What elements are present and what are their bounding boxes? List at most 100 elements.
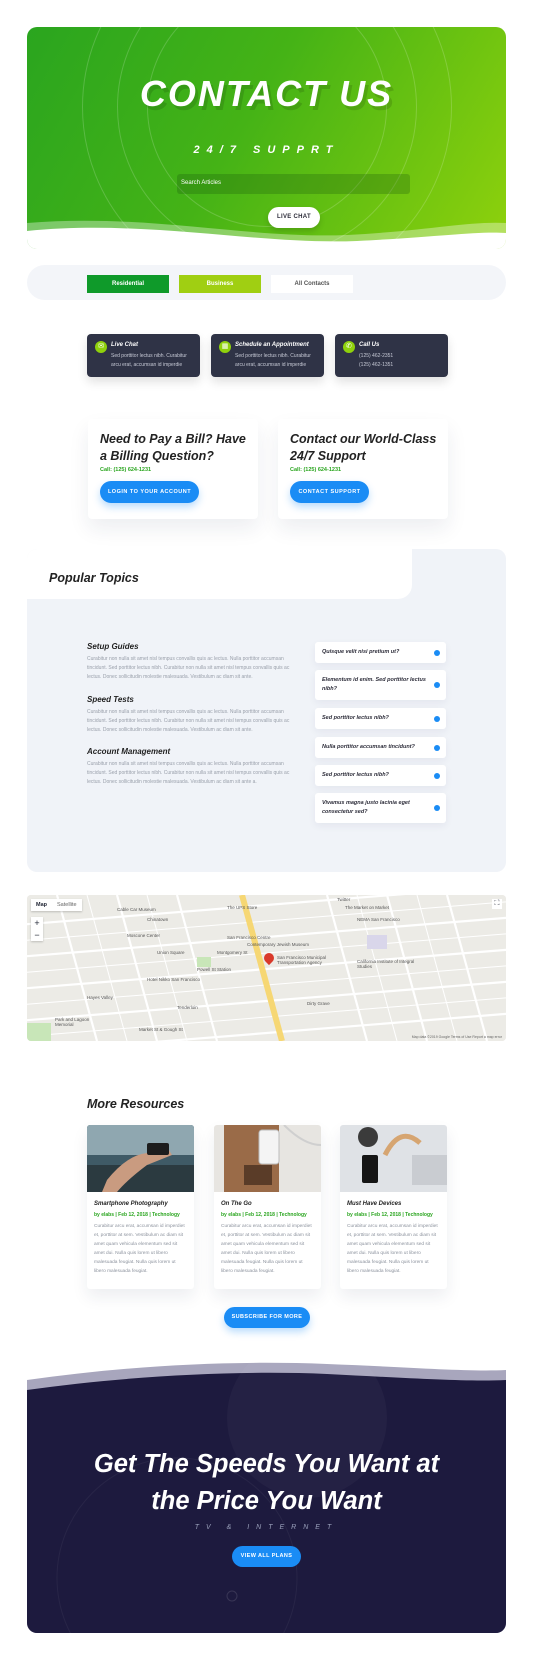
card-text: Sed porttitor lectus nibh. Curabitur arc… xyxy=(235,353,311,368)
faq-item[interactable]: Nulla porttitor accumsan tincidunt? xyxy=(315,737,446,758)
faq-item[interactable]: Vivamus magna justo lacinia eget consect… xyxy=(315,793,446,823)
faq-question: Quisque velit nisi pretium ut? xyxy=(322,649,400,655)
hero-wave-shape xyxy=(27,220,506,249)
footer-title-line2: the Price You Want xyxy=(151,1487,382,1515)
topic-heading[interactable]: Speed Tests xyxy=(87,695,134,704)
resource-excerpt: Curabitur arcu erat, accumsan id imperdi… xyxy=(221,1224,312,1274)
topic-heading[interactable]: Setup Guides xyxy=(87,642,139,651)
login-account-button[interactable]: LOGIN TO YOUR ACCOUNT xyxy=(100,481,199,503)
hero-subtitle: 24/7 SUPPRT xyxy=(193,144,340,156)
topic-text: Curabitur non nulla sit amet nisl tempus… xyxy=(87,656,290,680)
map-label: Chinatown xyxy=(147,917,169,922)
footer-title: Get The Speeds You Want at the Price You… xyxy=(27,1446,506,1520)
call-us-card[interactable]: ✆ Call Us (125) 462-2351 (125) 462-1351 xyxy=(335,334,448,377)
hero-banner: CONTACT US 24/7 SUPPRT Search Articles L… xyxy=(27,27,506,249)
subscribe-button[interactable]: SUBSCRIBE FOR MORE xyxy=(224,1307,310,1328)
map-type-satellite[interactable]: Satellite xyxy=(52,899,82,911)
page: CONTACT US 24/7 SUPPRT Search Articles L… xyxy=(0,0,533,1658)
faq-item[interactable]: Sed porttitor lectus nibh? xyxy=(315,708,446,729)
map-label: Twitter xyxy=(337,897,351,902)
footer-title-line1: Get The Speeds You Want at xyxy=(93,1450,440,1478)
resource-meta: by elabs | Feb 12, 2018 | Technology xyxy=(94,1212,180,1218)
map-label: San Francisco Municipal Transportation A… xyxy=(277,955,327,965)
map-type-toggle: Map Satellite xyxy=(31,899,82,911)
contact-support-button[interactable]: CONTACT SUPPORT xyxy=(290,481,369,503)
faq-item[interactable]: Elementum id enim. Sed porttitor lectus … xyxy=(315,670,446,700)
footer-subtitle: TV & INTERNET xyxy=(194,1524,339,1531)
billing-phone[interactable]: Call: (125) 624-1231 xyxy=(100,467,151,473)
footer-cta: Get The Speeds You Want at the Price You… xyxy=(27,1358,506,1633)
fullscreen-icon[interactable]: ⛶ xyxy=(492,899,502,909)
faq-item[interactable]: Sed porttitor lectus nibh? xyxy=(315,765,446,786)
resource-excerpt: Curabitur arcu erat, accumsan id imperdi… xyxy=(347,1224,438,1274)
map-label: The UPS Store xyxy=(227,905,258,910)
resource-title[interactable]: Must Have Devices xyxy=(347,1201,401,1207)
resource-card[interactable]: Must Have Devices by elabs | Feb 12, 201… xyxy=(340,1125,447,1289)
card-text: Sed porttitor lectus nibh. Curabitur arc… xyxy=(111,353,187,368)
arrow-icon xyxy=(434,805,440,811)
popular-title: Popular Topics xyxy=(49,571,139,585)
map-label: Hotel Nikko San Francisco xyxy=(147,977,201,982)
arrow-icon xyxy=(434,772,440,779)
smartphone-photography-image xyxy=(87,1125,194,1192)
map-label: Market St & Gough St xyxy=(139,1027,183,1032)
card-text: (125) 462-2351 (125) 462-1351 xyxy=(359,353,394,368)
zoom-out-button[interactable]: − xyxy=(31,929,43,941)
must-have-devices-image xyxy=(340,1125,447,1192)
map-label: Cable Car Museum xyxy=(117,907,156,912)
card-title: Call Us xyxy=(359,342,380,348)
arrow-icon xyxy=(434,744,440,751)
map-label: California Institute of Integral Studies xyxy=(357,959,415,969)
audience-tabs: Residential Business All Contacts xyxy=(27,265,506,300)
resource-card[interactable]: Smartphone Photography by elabs | Feb 12… xyxy=(87,1125,194,1289)
card-title: Schedule an Appointment xyxy=(235,342,309,348)
faq-item[interactable]: Quisque velit nisi pretium ut? xyxy=(315,642,446,663)
resource-title[interactable]: Smartphone Photography xyxy=(94,1201,168,1207)
resource-meta: by elabs | Feb 12, 2018 | Technology xyxy=(221,1212,307,1218)
map-attribution[interactable]: Map data ©2019 Google Terms of Use Repor… xyxy=(412,1035,502,1039)
arrow-icon xyxy=(434,682,440,688)
arrow-icon xyxy=(434,715,440,722)
billing-title: Need to Pay a Bill? Have a Billing Quest… xyxy=(100,432,246,463)
faq-question: Sed porttitor lectus nibh? xyxy=(322,715,389,721)
map-label: Park and Lagoon Memorial xyxy=(55,1017,90,1027)
topic-heading[interactable]: Account Management xyxy=(87,747,170,756)
map-streets xyxy=(27,895,506,1041)
faq-question: Sed porttitor lectus nibh? xyxy=(322,772,389,778)
map-type-map[interactable]: Map xyxy=(31,899,52,911)
phone-icon: ✆ xyxy=(343,341,355,353)
map-label: The Market on Market xyxy=(345,905,390,910)
map-label: San Francisco Centre xyxy=(227,935,271,940)
faq-question: Vivamus magna justo lacinia eget consect… xyxy=(322,800,410,815)
zoom-controls: + − xyxy=(31,917,43,941)
support-card: Contact our World-Class 24/7 Support Cal… xyxy=(278,419,448,519)
chat-icon: ✉ xyxy=(95,341,107,353)
support-title: Contact our World-Class 24/7 Support xyxy=(290,432,437,463)
resource-card[interactable]: On The Go by elabs | Feb 12, 2018 | Tech… xyxy=(214,1125,321,1289)
search-input[interactable]: Search Articles xyxy=(177,174,410,194)
resource-excerpt: Curabitur arcu erat, accumsan id imperdi… xyxy=(94,1224,185,1274)
map-label: Moscone Center xyxy=(127,933,161,938)
popular-topics: Popular Topics Setup Guides Curabitur no… xyxy=(27,549,506,872)
hero-title: CONTACT US xyxy=(139,73,394,114)
faq-question: Nulla porttitor accumsan tincidunt? xyxy=(322,744,415,750)
tab-all-contacts[interactable]: All Contacts xyxy=(271,275,353,293)
location-map[interactable]: Map Satellite ⛶ + − Twitter The Market o… xyxy=(27,895,506,1041)
card-title: Live Chat xyxy=(111,342,139,348)
zoom-in-button[interactable]: + xyxy=(31,917,43,929)
resource-meta: by elabs | Feb 12, 2018 | Technology xyxy=(347,1212,433,1218)
map-label: Contemporary Jewish Museum xyxy=(247,942,310,947)
tab-business[interactable]: Business xyxy=(179,275,261,293)
calendar-icon: ▦ xyxy=(219,341,231,353)
resource-title[interactable]: On The Go xyxy=(221,1201,252,1207)
map-label: Union Square xyxy=(157,950,185,955)
support-phone[interactable]: Call: (125) 624-1231 xyxy=(290,467,341,473)
view-all-plans-button[interactable]: VIEW ALL PLANS xyxy=(232,1546,301,1567)
map-label: Hayes Valley xyxy=(87,995,113,1000)
map-label: NEMA San Francisco xyxy=(357,917,400,922)
on-the-go-image xyxy=(214,1125,321,1192)
tab-residential[interactable]: Residential xyxy=(87,275,169,293)
live-chat-card[interactable]: ✉ Live Chat Sed porttitor lectus nibh. C… xyxy=(87,334,200,377)
appointment-card[interactable]: ▦ Schedule an Appointment Sed porttitor … xyxy=(211,334,324,377)
resources-title: More Resources xyxy=(87,1097,185,1111)
